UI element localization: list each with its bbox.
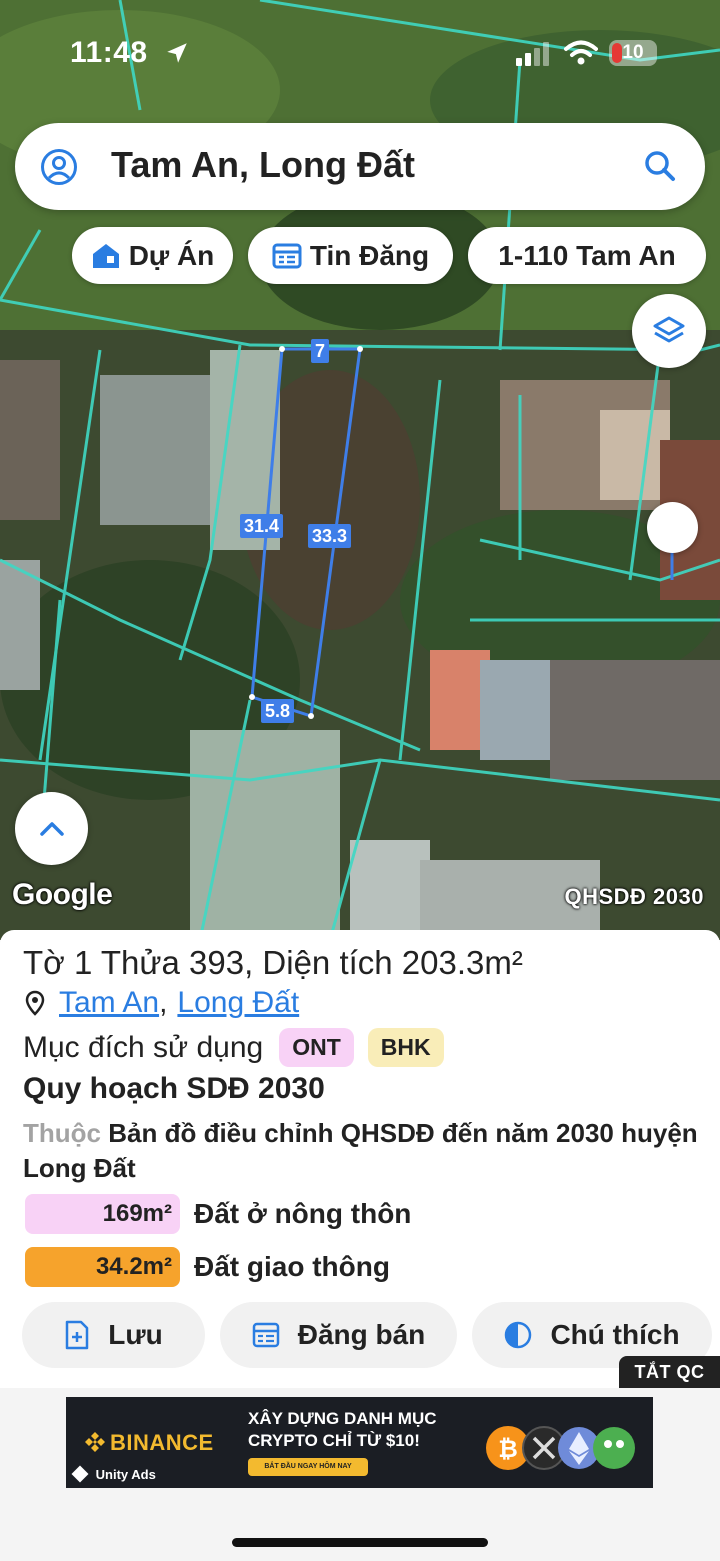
land-use-area: 34.2m² <box>25 1247 180 1287</box>
chevron-up-icon <box>39 821 64 836</box>
search-icon[interactable] <box>642 148 678 184</box>
land-use-row: 169m² Đất ở nông thôn <box>25 1194 411 1234</box>
purpose-label: Mục đích sử dụng <box>23 1030 264 1064</box>
legend-button-label: Chú thích <box>550 1319 680 1350</box>
location-separator: , <box>159 986 168 1019</box>
listings-chip[interactable]: Tin Đăng <box>248 227 453 284</box>
turn-off-ads-button[interactable]: TẮT QC <box>619 1356 720 1388</box>
layers-button[interactable] <box>632 294 706 368</box>
dimension-label-bottom: 5.8 <box>261 699 295 723</box>
plan-source-text: Bản đồ điều chỉnh QHSDĐ đến năm 2030 huy… <box>23 1118 698 1183</box>
add-file-icon <box>66 1320 89 1350</box>
plan-source: Thuộc Bản đồ điều chỉnh QHSDĐ đến năm 20… <box>23 1116 703 1186</box>
plan-title: Quy hoạch SDĐ 2030 <box>23 1072 325 1105</box>
opacity-slider-handle[interactable] <box>647 502 698 553</box>
status-time: 11:48 <box>70 36 148 69</box>
save-button-label: Lưu <box>108 1319 163 1350</box>
ad-brand: BINANCE <box>110 1430 214 1455</box>
location-arrow-icon <box>167 43 187 63</box>
status-bar: 11:48 10 <box>0 0 720 100</box>
expand-panel-button[interactable] <box>15 792 88 865</box>
layers-icon <box>653 316 685 343</box>
svg-text:₿: ₿ <box>498 1436 518 1463</box>
house-icon <box>92 243 119 268</box>
project-chip[interactable]: Dự Án <box>72 227 233 284</box>
dimension-label-left: 31.4 <box>240 514 284 538</box>
battery-level: 10 <box>622 42 644 63</box>
unity-logo-icon <box>71 1465 89 1483</box>
ad-cta[interactable]: BẮT ĐẦU NGAY HÔM NAY <box>248 1458 368 1476</box>
land-use-row: 34.2m² Đất giao thông <box>25 1247 390 1287</box>
ad-headline-line-2: CRYPTO CHỈ TỪ $10! <box>248 1431 420 1450</box>
land-purpose-row: Mục đích sử dụng ONT BHK <box>23 1028 444 1067</box>
wifi-icon <box>564 40 598 65</box>
ward-link[interactable]: Tam An <box>59 986 159 1020</box>
map-layer-label: QHSDĐ 2030 <box>564 884 704 909</box>
dimension-label-right: 33.3 <box>308 524 352 548</box>
land-use-label: Đất ở nông thôn <box>194 1198 412 1229</box>
post-button-label: Đăng bán <box>297 1319 426 1350</box>
calendar-list-icon <box>272 243 302 268</box>
address-chip[interactable]: 1-110 Tam An <box>468 227 706 284</box>
binance-logo-icon <box>85 1432 105 1452</box>
calendar-list-icon <box>252 1322 279 1348</box>
purpose-tag-ont: ONT <box>279 1028 354 1067</box>
map-pin-icon <box>25 990 45 1016</box>
parcel-location: Tam An , Long Đất <box>25 986 299 1020</box>
plan-source-prefix: Thuộc <box>23 1118 101 1148</box>
purpose-tag-bhk: BHK <box>367 1028 444 1067</box>
project-chip-label: Dự Án <box>128 239 215 271</box>
land-use-area: 169m² <box>25 1194 180 1234</box>
battery-icon: 10 <box>609 40 657 66</box>
listings-chip-label: Tin Đăng <box>309 239 430 271</box>
ad-network-label: Unity Ads <box>95 1467 156 1482</box>
dimension-label-top: 7 <box>311 339 330 363</box>
google-logo: Google <box>12 878 113 911</box>
ad-network: Unity Ads <box>71 1465 156 1483</box>
save-button[interactable]: Lưu <box>22 1302 205 1368</box>
contrast-icon <box>505 1321 532 1349</box>
ad-headline: XÂY DỰNG DANH MỤC CRYPTO CHỈ TỪ $10! <box>248 1408 437 1452</box>
district-link[interactable]: Long Đất <box>177 986 299 1020</box>
address-chip-label: 1-110 Tam An <box>498 239 676 271</box>
search-input[interactable]: Tam An, Long Đất <box>111 144 415 186</box>
home-indicator[interactable] <box>232 1538 488 1547</box>
post-for-sale-button[interactable]: Đăng bán <box>220 1302 457 1368</box>
cellular-signal-icon <box>516 42 549 66</box>
land-use-label: Đất giao thông <box>194 1251 390 1282</box>
user-profile-icon[interactable] <box>40 148 78 186</box>
crypto-coins-image: ₿ <box>486 1426 635 1470</box>
parcel-title: Tờ 1 Thửa 393, Diện tích 203.3m² <box>23 944 523 981</box>
ad-headline-line-1: XÂY DỰNG DANH MỤC <box>248 1409 437 1428</box>
